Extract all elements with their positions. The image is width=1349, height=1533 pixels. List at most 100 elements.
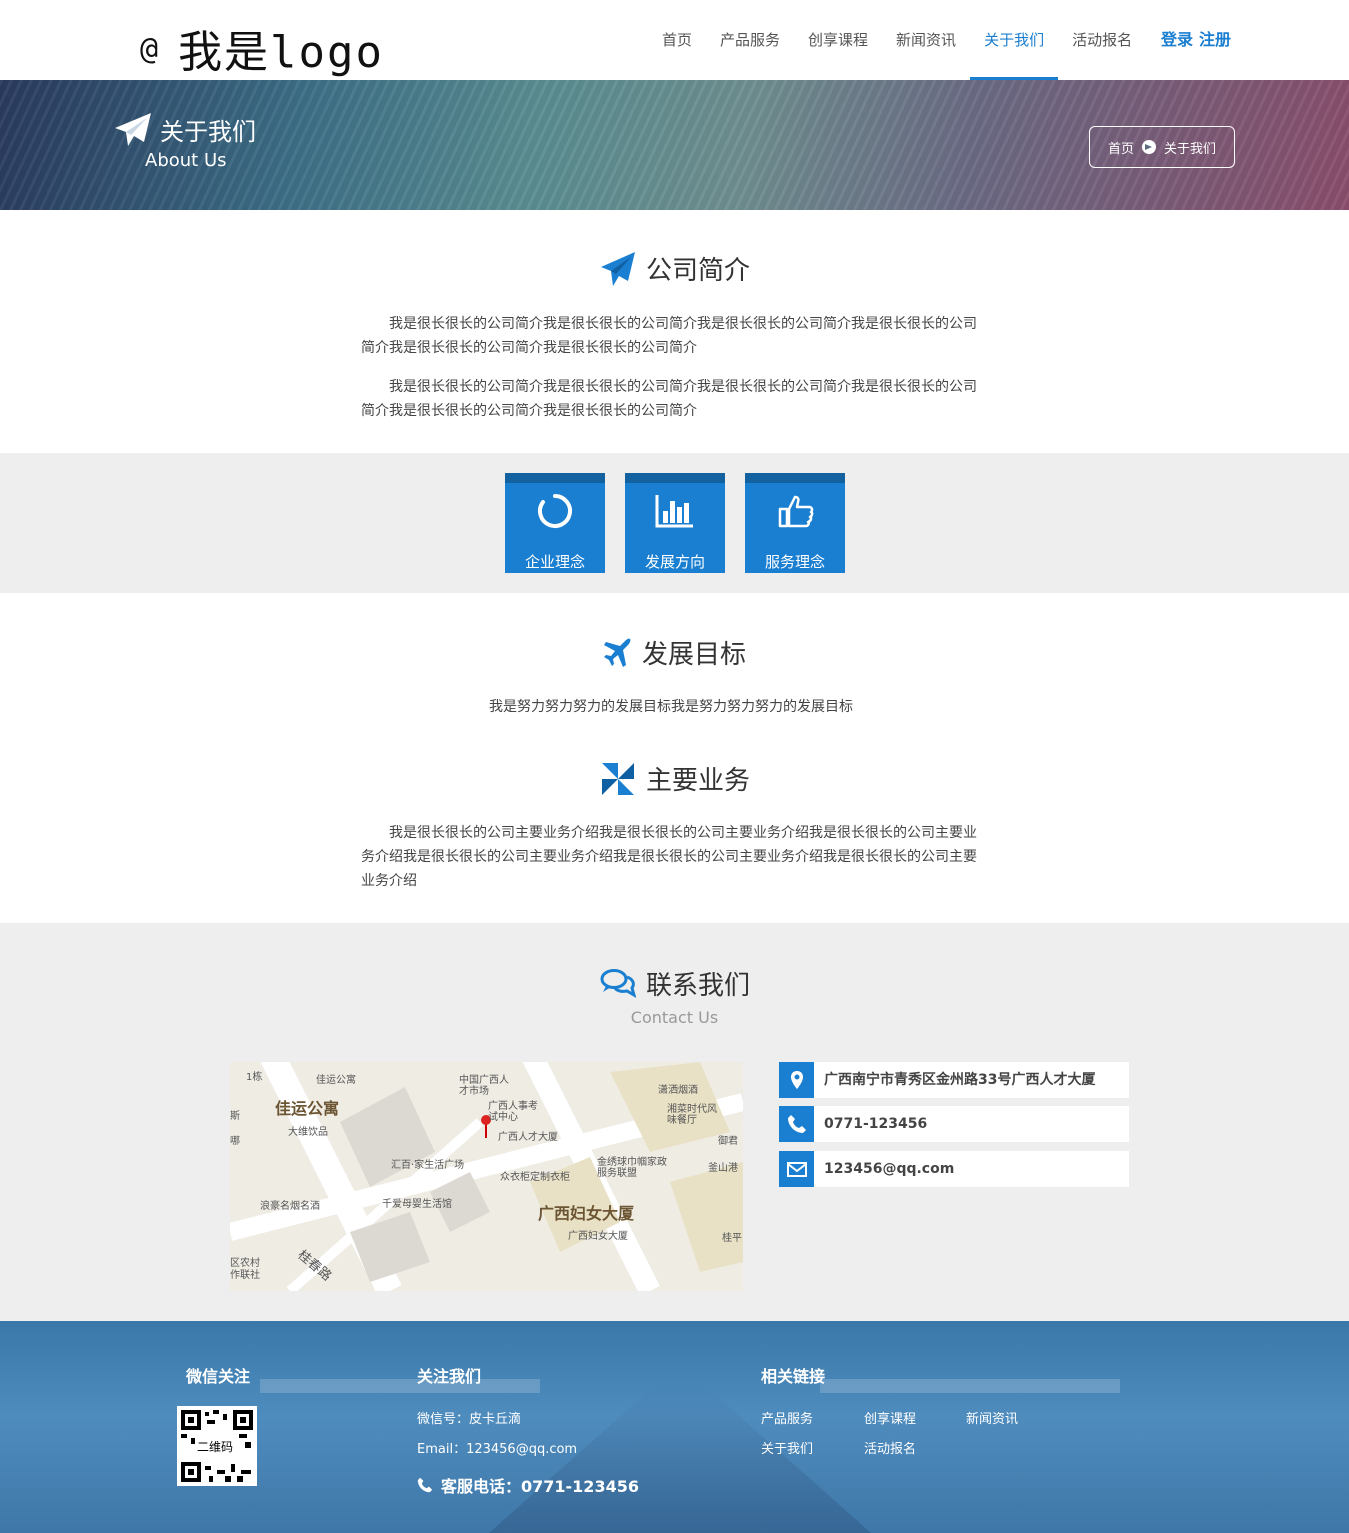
nav-item-home[interactable]: 首页	[648, 0, 706, 80]
nav-item-events[interactable]: 活动报名	[1058, 0, 1146, 80]
footer-links-heading: 相关链接	[761, 1367, 826, 1386]
footer-service-phone: 客服电话：0771-123456	[417, 1473, 639, 1497]
map-label: 汇百·家生活广场	[391, 1160, 465, 1171]
map-label: 斯	[230, 1111, 240, 1122]
contact-phone: 0771-123456	[824, 1116, 928, 1132]
contact-subtitle: Contact Us	[630, 1008, 719, 1027]
map-label: 哪	[230, 1136, 240, 1147]
intro-heading-text: 公司简介	[646, 256, 751, 286]
map-label: 广西人事考试中心	[488, 1101, 538, 1123]
thumbs-up-icon	[778, 495, 814, 528]
site-logo[interactable]: @ 我是logo	[140, 16, 384, 80]
site-header: @ 我是logo 首页 产品服务 创享课程 新闻资讯 关于我们 活动报名 登录 注册	[0, 0, 1349, 80]
map-label: 广西人才大厦	[498, 1132, 558, 1143]
map-marker-icon-box	[779, 1062, 814, 1098]
circle-notch-icon	[538, 494, 572, 528]
arrow-circle-right-icon	[1142, 140, 1156, 154]
value-card-label: 服务理念	[764, 553, 825, 571]
intro-heading: 公司简介	[600, 250, 750, 287]
map-label: 潇洒烟酒	[658, 1085, 698, 1096]
register-link[interactable]: 注册	[1199, 30, 1231, 49]
value-card-service[interactable]: 服务理念	[745, 473, 845, 573]
footer-link-about[interactable]: 关于我们	[761, 1438, 813, 1457]
logo-text: 我是logo	[178, 27, 385, 78]
contact-address-row: 广西南宁市青秀区金州路33号广西人才大厦	[779, 1062, 1129, 1098]
map-label: 大维饮品	[288, 1127, 328, 1138]
qr-code-label: 二维码	[195, 1438, 236, 1455]
breadcrumb-current: 关于我们	[1164, 141, 1217, 157]
phone-icon	[417, 1477, 433, 1493]
contact-phone-row: 0771-123456	[779, 1106, 1129, 1142]
auth-links: 登录 注册	[1161, 0, 1231, 80]
contact-heading: 联系我们	[600, 965, 750, 1002]
map-label: 区农村作联社	[230, 1258, 260, 1281]
footer-link-events[interactable]: 活动报名	[864, 1438, 916, 1457]
business-heading: 主要业务	[600, 760, 750, 797]
footer-follow-heading: 关注我们	[417, 1367, 482, 1386]
value-card-direction[interactable]: 发展方向	[625, 473, 725, 573]
wechat-qr-code: 二维码	[177, 1406, 257, 1486]
map-label: 中国广西人才市场	[459, 1075, 509, 1097]
footer-guardrail	[820, 1379, 1120, 1393]
page-banner: 关于我们 About Us 首页 关于我们	[0, 80, 1349, 210]
nav-item-about[interactable]: 关于我们	[970, 0, 1059, 80]
map-label: 釜山港	[708, 1163, 738, 1174]
site-footer: 微信关注 二维码 关注我们 微信号：皮卡丘滴 Email：123456@qq.c…	[0, 1321, 1349, 1533]
business-heading-text: 主要业务	[646, 766, 751, 796]
nav-item-news[interactable]: 新闻资讯	[882, 0, 970, 80]
banner-subtitle: About Us	[145, 150, 227, 171]
logo-symbol: @	[140, 32, 161, 67]
pinwheel-icon	[602, 762, 634, 795]
map-label: 浪豪名烟名酒	[260, 1201, 320, 1212]
paper-plane-icon	[601, 251, 635, 286]
contact-heading-text: 联系我们	[646, 971, 751, 1001]
footer-email: Email：123456@qq.com	[417, 1442, 578, 1457]
value-card-label: 企业理念	[524, 553, 585, 571]
contact-email-row: 123456@qq.com	[779, 1151, 1129, 1187]
map-label: 1栋	[246, 1072, 263, 1083]
intro-paragraph-1: 我是很长很长的公司简介我是很长很长的公司简介我是很长很长的公司简介我是很长很长的…	[361, 316, 977, 356]
map-label: 佳运公寓	[275, 1099, 340, 1118]
footer-link-products[interactable]: 产品服务	[761, 1408, 813, 1427]
main-nav: 首页 产品服务 创享课程 新闻资讯 关于我们 活动报名	[648, 0, 1146, 80]
location-map[interactable]: 1栋 佳运公寓 佳运公寓 大维饮品 中国广西人才市场 广西人事考试中心 广西人才…	[230, 1062, 743, 1291]
map-label: 众衣柜定制衣柜	[500, 1172, 570, 1183]
map-label: 湘菜时代风味餐厅	[667, 1104, 717, 1126]
footer-road-graphic	[480, 1381, 880, 1533]
values-band: 企业理念 发展方向 服务理念	[0, 453, 1349, 593]
phone-icon-box	[779, 1106, 814, 1142]
paper-plane-icon	[115, 113, 151, 146]
banner-title: 关于我们	[160, 118, 256, 146]
footer-wechat-id: 微信号：皮卡丘滴	[417, 1412, 522, 1427]
business-text: 我是很长很长的公司主要业务介绍我是很长很长的公司主要业务介绍我是很长很长的公司主…	[361, 825, 977, 889]
footer-link-courses[interactable]: 创享课程	[864, 1408, 916, 1427]
map-label: 御君	[718, 1136, 738, 1147]
goal-heading: 发展目标	[604, 634, 746, 671]
phone-icon	[788, 1115, 806, 1133]
contact-band: 联系我们 Contact Us 1栋 佳运公寓 佳运公寓 大维饮品 中国广西人才…	[0, 923, 1349, 1321]
envelope-icon	[787, 1162, 807, 1177]
goal-heading-text: 发展目标	[642, 640, 747, 670]
map-label: 佳运公寓	[316, 1075, 356, 1086]
value-card-label: 发展方向	[644, 553, 705, 571]
login-link[interactable]: 登录	[1161, 30, 1193, 49]
contact-address: 广西南宁市青秀区金州路33号广西人才大厦	[824, 1072, 1096, 1088]
map-label: 千爱母婴生活馆	[382, 1199, 452, 1210]
footer-wechat-heading: 微信关注	[186, 1367, 251, 1386]
footer-link-news[interactable]: 新闻资讯	[966, 1408, 1018, 1427]
breadcrumb-home[interactable]: 首页	[1108, 138, 1134, 157]
map-label: 桂平	[722, 1233, 742, 1244]
goal-text: 我是努力努力努力的发展目标我是努力努力努力的发展目标	[489, 699, 853, 715]
nav-item-courses[interactable]: 创享课程	[794, 0, 882, 80]
breadcrumb: 首页 关于我们	[1089, 126, 1235, 168]
map-label: 广西妇女大厦	[538, 1204, 635, 1223]
map-marker-icon	[791, 1071, 803, 1089]
footer-service-phone-text: 客服电话：0771-123456	[441, 1477, 639, 1496]
value-card-philosophy[interactable]: 企业理念	[505, 473, 605, 573]
envelope-icon-box	[779, 1151, 814, 1187]
contact-email[interactable]: 123456@qq.com	[824, 1151, 954, 1187]
map-label: 广西妇女大厦	[568, 1231, 628, 1242]
nav-item-products[interactable]: 产品服务	[706, 0, 794, 80]
intro-paragraph-2: 我是很长很长的公司简介我是很长很长的公司简介我是很长很长的公司简介我是很长很长的…	[361, 379, 977, 419]
footer-guardrail	[260, 1379, 540, 1393]
